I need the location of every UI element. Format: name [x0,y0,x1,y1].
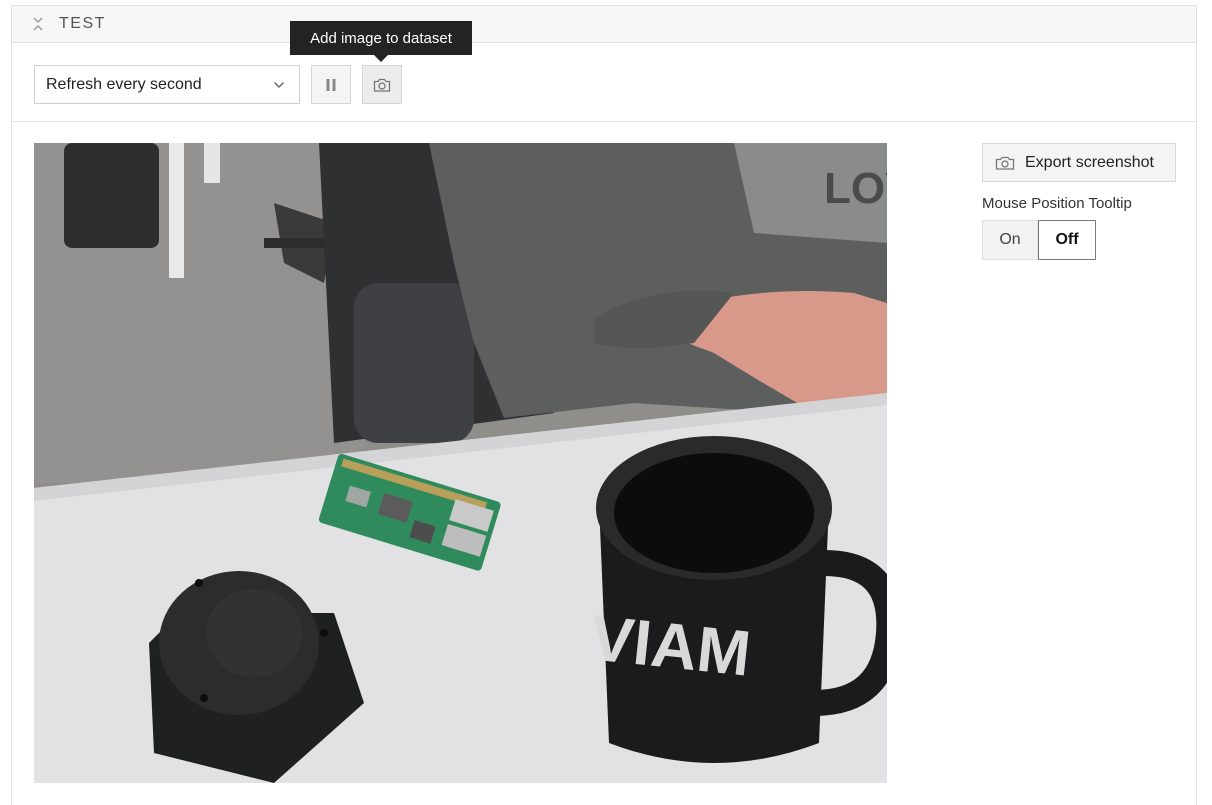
pause-icon [326,78,336,91]
toolbar: Refresh every second [12,43,1196,122]
camera-stream-image[interactable]: LOV V [34,143,887,783]
pause-button[interactable] [311,65,351,104]
panel-title: TEST [59,15,106,32]
camera-icon [373,78,391,92]
panel-header[interactable]: TEST [12,6,1196,43]
refresh-rate-value: Refresh every second [46,75,202,93]
toggle-on-option[interactable]: On [982,220,1038,260]
camera-icon [995,156,1015,170]
export-screenshot-button[interactable]: Export screenshot [982,143,1176,182]
svg-text:LOV: LOV [824,164,887,213]
toggle-off-option[interactable]: Off [1038,220,1096,260]
chevron-down-icon [273,78,285,96]
mouse-position-tooltip-label: Mouse Position Tooltip [982,195,1132,212]
collapse-icon[interactable] [32,16,44,32]
mouse-position-toggle: On Off [982,220,1096,260]
refresh-rate-select[interactable]: Refresh every second [34,65,300,104]
export-screenshot-label: Export screenshot [1025,153,1154,171]
camera-scene: LOV V [34,143,887,783]
add-image-tooltip: Add image to dataset [290,21,472,62]
add-image-to-dataset-button[interactable] [362,65,402,104]
